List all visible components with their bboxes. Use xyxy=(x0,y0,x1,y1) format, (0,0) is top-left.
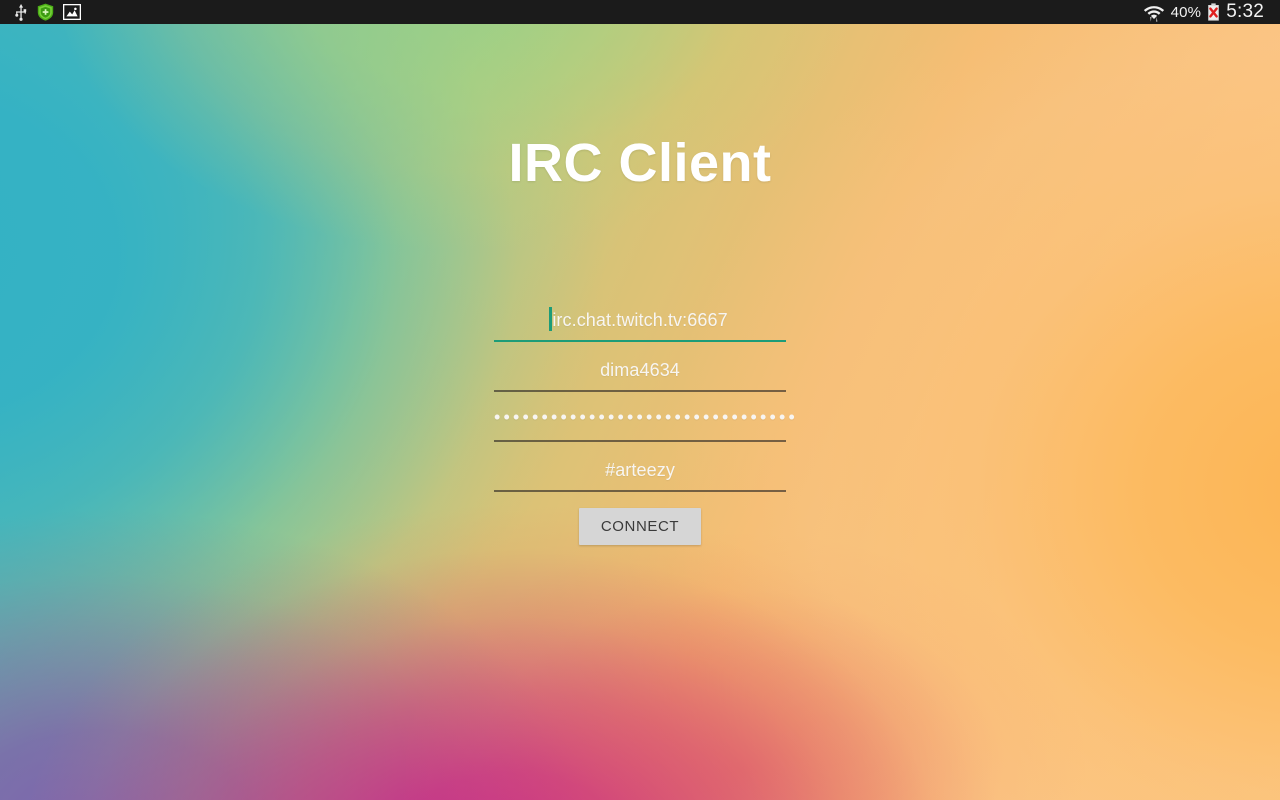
nickname-field-value: dima4634 xyxy=(600,360,680,380)
connect-button-row: CONNECT xyxy=(494,508,786,545)
connect-form: irc.chat.twitch.tv:6667 dima4634 •••••••… xyxy=(494,298,799,545)
page-title: IRC Client xyxy=(508,133,772,193)
nickname-field[interactable]: dima4634 xyxy=(494,348,786,392)
device-screen: 40% 5:32 IRC Client irc.chat.twitch.tv:6… xyxy=(0,0,1280,800)
status-bar[interactable]: 40% 5:32 xyxy=(0,0,1280,24)
channel-field[interactable]: #arteezy xyxy=(494,448,786,492)
server-field[interactable]: irc.chat.twitch.tv:6667 xyxy=(494,298,786,342)
shield-icon xyxy=(37,3,54,21)
clock-label: 5:32 xyxy=(1226,1,1264,22)
connect-button[interactable]: CONNECT xyxy=(578,508,702,545)
channel-field-value: #arteezy xyxy=(605,460,675,480)
password-field-value: •••••••••••••••••••••••••••••••• xyxy=(494,407,799,427)
status-bar-left-icons xyxy=(8,3,82,21)
battery-percent-label: 40% xyxy=(1170,3,1202,21)
irc-client-app: IRC Client irc.chat.twitch.tv:6667 dima4… xyxy=(0,24,1280,800)
server-field-value: irc.chat.twitch.tv:6667 xyxy=(552,310,728,330)
status-bar-right-icons: 40% 5:32 xyxy=(1143,1,1272,23)
battery-error-icon xyxy=(1207,3,1220,21)
password-field[interactable]: •••••••••••••••••••••••••••••••• xyxy=(494,398,799,442)
wifi-icon xyxy=(1143,3,1165,22)
usb-icon xyxy=(14,3,28,21)
screenshot-icon xyxy=(62,3,82,21)
